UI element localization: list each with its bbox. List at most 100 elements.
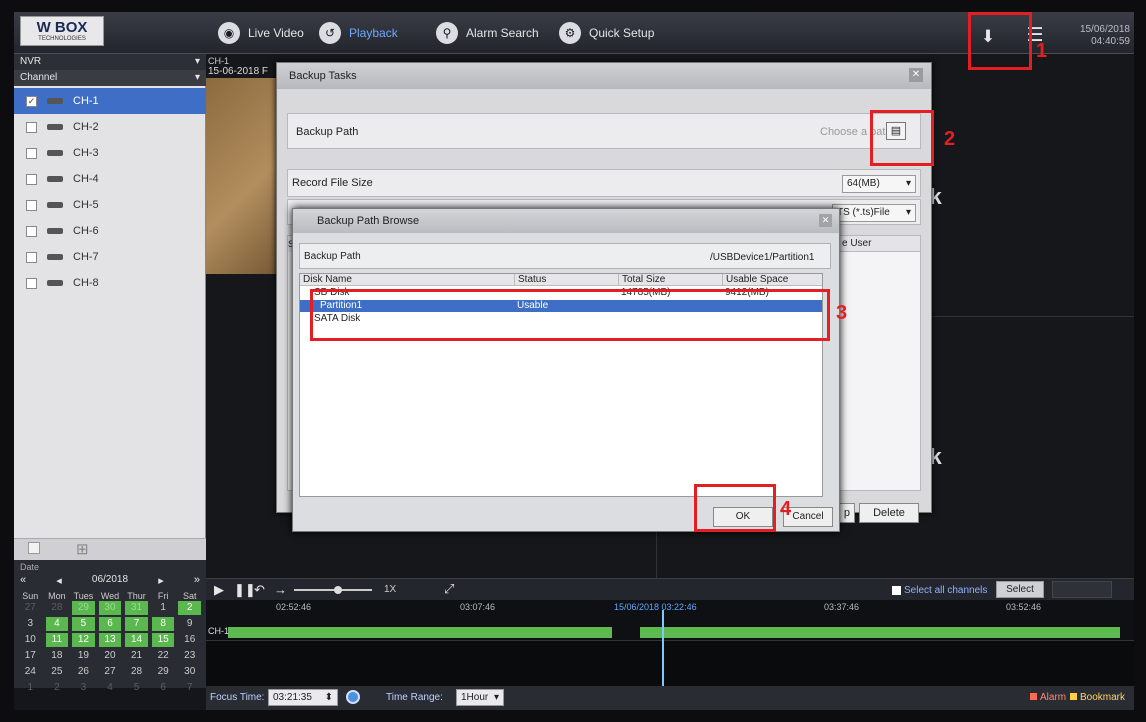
stepper-icon[interactable]: ⬍ (325, 692, 333, 703)
next-year-icon[interactable]: » (194, 574, 200, 588)
focus-time-label: Focus Time: (210, 692, 265, 703)
calendar-day[interactable]: 6 (152, 681, 175, 695)
calendar-day[interactable]: 15 (151, 633, 175, 647)
channel-item[interactable]: CH-7 (14, 244, 206, 270)
calendar-day[interactable]: 7 (125, 617, 148, 631)
calendar-day[interactable]: 28 (46, 601, 69, 615)
select-all-checkbox[interactable] (892, 586, 901, 595)
record-file-size-select[interactable]: 64(MB) ▾ (842, 175, 916, 193)
calendar-day[interactable]: 23 (178, 649, 201, 663)
locate-icon[interactable] (346, 690, 360, 704)
calendar-day[interactable]: 18 (46, 649, 69, 663)
channel-header[interactable]: Channel ▾ (14, 70, 206, 86)
calendar-day[interactable]: 22 (152, 649, 175, 663)
calendar-day[interactable]: 4 (45, 617, 69, 631)
speed-slider-handle[interactable] (334, 586, 342, 594)
calendar-day[interactable]: 31 (125, 601, 148, 615)
fullscreen-icon[interactable]: ⤢ (444, 581, 454, 597)
calendar-day[interactable]: 2 (46, 681, 69, 695)
pause-icon[interactable]: ❚❚ (234, 582, 256, 598)
channel-checkbox[interactable] (26, 147, 37, 159)
close-icon[interactable]: ✕ (819, 214, 832, 227)
calendar-day[interactable]: 8 (151, 617, 175, 631)
calendar-day[interactable]: 3 (19, 617, 42, 631)
nav-playback[interactable]: ↺ Playback (319, 22, 398, 44)
channel-item[interactable]: CH-8 (14, 270, 206, 296)
timeline-rows (206, 640, 1134, 686)
calendar-day[interactable]: 12 (72, 633, 95, 647)
calendar-day[interactable]: 7 (178, 681, 201, 695)
close-icon[interactable]: ✕ (909, 68, 923, 82)
channel-checkbox[interactable] (26, 173, 37, 185)
camera-icon (47, 280, 63, 286)
calendar-day[interactable]: 14 (125, 633, 148, 647)
calendar-day[interactable]: 10 (19, 633, 42, 647)
calendar-day[interactable]: 17 (19, 649, 42, 663)
channel-label: CH-3 (73, 147, 99, 159)
nav-alarm-search[interactable]: ⚲ Alarm Search (436, 22, 539, 44)
channel-checkbox[interactable] (26, 121, 37, 133)
channel-checkbox[interactable] (26, 225, 37, 237)
calendar-day[interactable]: 11 (45, 633, 69, 647)
calendar-day[interactable]: 13 (98, 633, 122, 647)
calendar-day[interactable]: 27 (19, 601, 42, 615)
playback-controls: ▶ ❚❚ ↶ → 1X ⤢ Select all channels Select (206, 578, 1134, 600)
calendar-day[interactable]: 2 (178, 601, 201, 615)
calendar-day[interactable]: 6 (98, 617, 122, 631)
channel-checkbox[interactable] (26, 251, 37, 263)
calendar-day[interactable]: 27 (99, 665, 122, 679)
time-range-select[interactable]: 1Hour ▾ (456, 689, 504, 706)
play-icon[interactable]: ▶ (214, 582, 224, 598)
nvr-selector[interactable]: NVR ▾ (14, 54, 206, 70)
nav-quick-setup[interactable]: ⚙ Quick Setup (559, 22, 654, 44)
chevron-down-icon: ▾ (493, 692, 499, 703)
calendar-day[interactable]: 21 (125, 649, 148, 663)
channel-item[interactable]: CH-3 (14, 140, 206, 166)
calendar-day[interactable]: 26 (72, 665, 95, 679)
channel-item[interactable]: CH-2 (14, 114, 206, 140)
speed-slider[interactable] (294, 589, 372, 591)
channel-item[interactable]: CH-6 (14, 218, 206, 244)
calendar-day[interactable]: 30 (98, 601, 122, 615)
calendar-day[interactable]: 1 (152, 601, 175, 615)
calendar-day[interactable]: 30 (178, 665, 201, 679)
timeline-cursor[interactable] (662, 610, 664, 686)
timeline-tick: 03:52:46 (1006, 602, 1042, 612)
single-view-icon[interactable] (28, 542, 40, 554)
channel-item[interactable]: CH-4 (14, 166, 206, 192)
timeline[interactable]: 02:52:46 03:07:46 15/06/2018 03:22:46 03… (206, 600, 1134, 686)
channel-checkbox[interactable]: ✓ (26, 95, 37, 107)
grid-view-icon[interactable]: ⊞ (76, 540, 89, 558)
calendar-day[interactable]: 28 (125, 665, 148, 679)
delete-button[interactable]: Delete (859, 503, 919, 523)
calendar-day[interactable]: 25 (46, 665, 69, 679)
calendar-day[interactable]: 9 (178, 617, 201, 631)
calendar-day[interactable]: 19 (72, 649, 95, 663)
calendar-day[interactable]: 1 (19, 681, 42, 695)
record-file-size-row: Record File Size 64(MB) ▾ (287, 169, 921, 197)
nav-live-video[interactable]: ◉ Live Video (218, 22, 304, 44)
calendar-day[interactable]: 4 (99, 681, 122, 695)
channel-checkbox[interactable] (26, 277, 37, 289)
calendar-day[interactable]: 20 (99, 649, 122, 663)
calendar-day[interactable]: 5 (125, 681, 148, 695)
focus-time-input[interactable]: 03:21:35 ⬍ (268, 689, 338, 706)
calendar-day[interactable]: 5 (72, 617, 95, 631)
calendar-day[interactable]: 16 (178, 633, 201, 647)
action-button[interactable] (1052, 581, 1112, 598)
calendar-day[interactable]: 24 (19, 665, 42, 679)
rewind-icon[interactable]: ↶ (254, 582, 265, 598)
forward-icon[interactable]: → (274, 582, 287, 597)
prev-month-icon[interactable]: ◂ (56, 574, 62, 588)
file-format-select[interactable]: TS (*.ts)File ▾ (832, 204, 916, 222)
next-month-icon[interactable]: ▸ (158, 574, 164, 588)
channel-checkbox[interactable] (26, 199, 37, 211)
prev-year-icon[interactable]: « (20, 574, 26, 588)
calendar-day[interactable]: 29 (152, 665, 175, 679)
channel-item[interactable]: CH-5 (14, 192, 206, 218)
calendar-day[interactable]: 3 (72, 681, 95, 695)
chevron-down-icon: ▾ (905, 207, 911, 218)
calendar-day[interactable]: 29 (72, 601, 95, 615)
channel-item[interactable]: ✓ CH-1 (14, 88, 206, 114)
select-button[interactable]: Select (996, 581, 1044, 598)
